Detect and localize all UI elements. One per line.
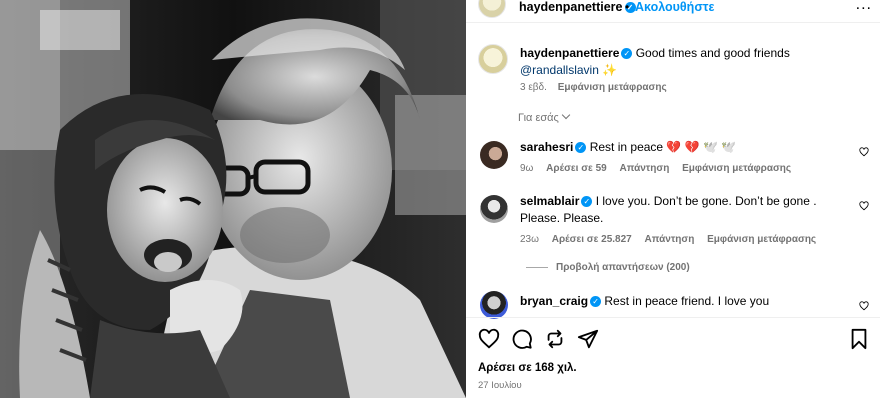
comment-age: 23ω [520, 234, 539, 245]
comment-translate-button[interactable]: Εμφάνιση μετάφρασης [707, 234, 816, 245]
caption-username[interactable]: haydenpanettiere [520, 46, 619, 60]
comment-reply-button[interactable]: Απάντηση [620, 163, 670, 174]
comment-text: Rest in peace 💔 💔 🕊️ 🕊️ [589, 140, 737, 154]
author-username-text[interactable]: haydenpanettiere [519, 0, 623, 14]
author-username[interactable]: haydenpanettiere ✓ [519, 0, 636, 14]
comment-reply-button[interactable]: Απάντηση [645, 234, 695, 245]
post-detail-pane: haydenpanettiere ✓ • Ακολουθήστε ... hayd… [466, 0, 880, 398]
caption-author-avatar[interactable] [478, 44, 508, 74]
share-icon[interactable] [577, 328, 599, 350]
comment-username[interactable]: sarahesri [520, 140, 573, 154]
comment-body: sarahesri ✓ Rest in peace 💔 💔 🕊️ 🕊️ [520, 139, 850, 156]
caption-mention-link[interactable]: @randallslavin [520, 63, 599, 77]
bookmark-icon[interactable] [848, 328, 870, 350]
comment-username[interactable]: bryan_craig [520, 294, 588, 308]
like-heart-icon[interactable] [478, 328, 500, 350]
comment-meta: 23ω Αρέσει σε 25.827 Απάντηση Εμφάνιση μ… [520, 234, 826, 245]
comment-icon[interactable] [511, 328, 533, 350]
heart-icon[interactable] [859, 201, 869, 211]
verified-badge-icon: ✓ [581, 196, 593, 208]
post-date[interactable]: 27 Ιουλίου [478, 380, 522, 391]
caption-text: Good times and good friends [635, 46, 790, 60]
commenter-avatar[interactable] [480, 195, 508, 223]
comment-body: bryan_craig ✓ Rest in peace friend. I lov… [520, 293, 850, 310]
view-replies-button[interactable]: Προβολή απαντήσεων (200) [526, 262, 690, 273]
comment-text: Rest in peace friend. I love you [604, 294, 770, 308]
post-photo [0, 0, 466, 398]
header-divider [466, 22, 880, 23]
likes-count[interactable]: Αρέσει σε 168 χιλ. [478, 362, 577, 374]
chevron-down-icon [561, 110, 571, 120]
photo-illustration [0, 0, 466, 398]
comment-sort-dropdown[interactable]: Για εσάς [518, 110, 571, 124]
comment-meta: 9ω Αρέσει σε 59 Απάντηση Εμφάνιση μετάφρ… [520, 163, 801, 174]
comment-body: selmablair ✓ I love you. Don’t be gone. D… [520, 193, 850, 227]
caption-translate-button[interactable]: Εμφάνιση μετάφρασης [558, 82, 667, 93]
author-avatar[interactable] [478, 0, 506, 18]
follow-button[interactable]: Ακολουθήστε [635, 0, 714, 14]
comment-likes-button[interactable]: Αρέσει σε 59 [546, 163, 607, 174]
heart-icon[interactable] [859, 147, 869, 157]
separator-dot: • [625, 0, 630, 14]
comment-translate-button[interactable]: Εμφάνιση μετάφρασης [682, 163, 791, 174]
verified-badge-icon: ✓ [621, 48, 633, 60]
verified-badge-icon: ✓ [590, 296, 602, 308]
caption-age: 3 εβδ. [520, 82, 547, 93]
verified-badge-icon: ✓ [575, 142, 587, 154]
commenter-avatar[interactable] [480, 141, 508, 169]
more-options-icon[interactable]: ... [856, 0, 872, 14]
sparkles-emoji: ✨ [602, 63, 618, 77]
commenter-avatar[interactable] [480, 291, 508, 319]
comment-age: 9ω [520, 163, 534, 174]
comment-likes-button[interactable]: Αρέσει σε 25.827 [552, 234, 632, 245]
caption-meta: 3 εβδ. Εμφάνιση μετάφρασης [520, 82, 667, 93]
replies-line [526, 266, 548, 268]
post-actions-bar [466, 328, 880, 352]
actions-divider [466, 317, 880, 318]
comment-sort-label: Για εσάς [518, 112, 559, 124]
heart-icon[interactable] [859, 301, 869, 311]
comment-username[interactable]: selmablair [520, 194, 579, 208]
repost-icon[interactable] [544, 328, 566, 350]
post-header: haydenpanettiere ✓ • Ακολουθήστε ... [466, 0, 880, 22]
post-caption: haydenpanettiere ✓ Good times and good fr… [520, 45, 850, 79]
view-replies-label: Προβολή απαντήσεων (200) [556, 262, 690, 273]
